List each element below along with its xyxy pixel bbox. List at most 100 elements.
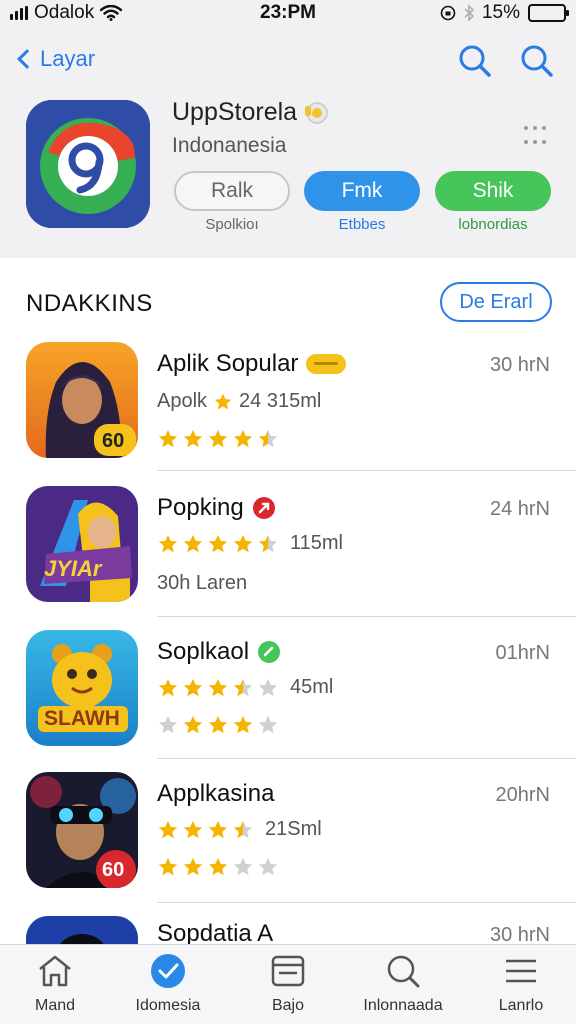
rating-stars [157,428,279,450]
tab-label: Inlonnaada [363,997,443,1014]
promo-badge [306,354,347,374]
pill-button-2[interactable]: Fmk [304,171,420,211]
rating-stars-secondary [157,714,279,736]
star-icon [158,429,178,448]
battery-icon [528,4,569,22]
star-icon [208,678,228,696]
star-icon [183,534,203,552]
app-logo-icon [26,100,150,228]
star-icon [258,429,278,448]
row-divider [157,902,576,903]
app-thumbnail: JYIAr [26,486,138,602]
app-name: Applkasina [157,780,274,808]
tab-home[interactable]: Mand [0,953,110,1015]
app-name-text: Popking [157,494,244,521]
app-thumbnail: 60 [26,772,138,888]
pill-caption-2: Etbbes [338,216,386,233]
app-name-text: Aplik Sopular [157,350,299,377]
star-icon [158,534,178,552]
star-icon [158,820,178,838]
search-icon [387,955,420,988]
row-divider [157,758,576,759]
chevron-left-icon [17,49,37,69]
tab-bajo[interactable]: Bajo [233,953,343,1015]
rating-stars [157,819,254,841]
list-icon [506,959,536,983]
app-thumbnail [26,916,138,944]
rating-stars [157,677,279,699]
app-size-ml: 45ml [290,676,334,698]
star-icon [208,820,228,838]
star-icon [183,820,203,838]
back-button[interactable]: Layar [16,46,95,72]
star-icon [183,678,203,696]
app-time: 24 hrN [489,498,550,520]
app-thumbnail: SLAWH [26,630,138,746]
tab-idomesia[interactable]: Idomesia [113,953,223,1015]
app-time: 30 hrN [489,924,550,944]
app-meta-label: Apolk [157,390,208,412]
pill-caption-1: Spolkioı [205,216,259,233]
verified-badge-icon [305,101,328,124]
star-icon [258,534,278,552]
star-icon [233,534,253,552]
app-thumbnail: 60 [26,342,138,458]
thumbnail-badge: 60 [102,430,125,452]
star-icon [233,857,253,876]
see-all-button[interactable]: De Erarl [440,282,552,322]
tab-list[interactable]: Lanrlo [466,953,576,1015]
rating-stars [157,533,279,555]
rating-row: 115ml [157,532,343,555]
alert-badge-icon [252,497,275,519]
star-icon [233,820,253,838]
app-name-text: Applkasina [157,780,275,807]
app-subtitle: Indonanesia [172,134,287,157]
pill-button-3[interactable]: Shik [435,171,551,211]
app-size-ml: 115ml [290,532,343,554]
star-icon [158,857,178,876]
star-icon [258,715,278,734]
app-size-ml: 21Sml [265,818,322,840]
app-list-item[interactable]: 60 Applkasina 21Sml 20hrN [0,772,576,916]
status-bar: Odalok 23:PM 15% [0,0,576,26]
bluetooth-icon [464,4,474,22]
row-divider [157,616,576,617]
back-label: Layar [40,46,96,71]
tab-label: Idomesia [135,997,201,1014]
app-duration: 30h Laren [157,572,248,594]
search-icon[interactable] [458,44,492,78]
orientation-lock-icon [440,5,456,21]
app-list-item[interactable]: SLAWH Soplkaol 45ml 01hrN [0,630,576,774]
rating-row: 45ml [157,676,333,699]
pill-caption-3: lobnordias [458,216,528,233]
app-list-item[interactable]: 60 Aplik Sopular Apolk 24 315ml 30 hrN [0,342,576,486]
app-icon[interactable] [26,100,150,228]
more-options-icon[interactable] [524,126,550,148]
star-icon [158,678,178,696]
app-header: Layar UppStorela Indonanesia Ralk Fmk Sh… [0,26,576,258]
app-list-item[interactable]: Sopdatia A 30 hrN [0,916,576,944]
app-time: 20hrN [495,784,550,806]
pill-button-1[interactable]: Ralk [174,171,290,211]
app-name: Soplkaol [157,638,281,666]
tab-search[interactable]: Inlonnaada [348,953,458,1015]
app-name: UppStorela [172,98,298,126]
rating-row: 21Sml [157,818,322,841]
app-name: Sopdatia A [157,920,273,944]
app-time: 30 hrN [489,354,550,376]
app-name-text: Sopdatia A [157,920,274,944]
app-name: Aplik Sopular [157,350,347,378]
app-list-item[interactable]: JYIAr Popking 115ml 30h Laren 24 hrN [0,486,576,630]
battery-percent: 15% [481,2,520,23]
search-icon[interactable] [520,44,554,78]
star-icon [208,715,228,734]
app-name: Popking [157,494,276,522]
star-icon [258,857,278,876]
thumbnail-title: SLAWH [44,707,120,730]
app-title: UppStorela [172,98,329,127]
star-icon [214,393,232,409]
tab-label: Mand [34,997,76,1014]
star-icon [208,857,228,876]
app-meta: Apolk 24 315ml [157,390,321,413]
status-right: 15% [440,2,569,24]
